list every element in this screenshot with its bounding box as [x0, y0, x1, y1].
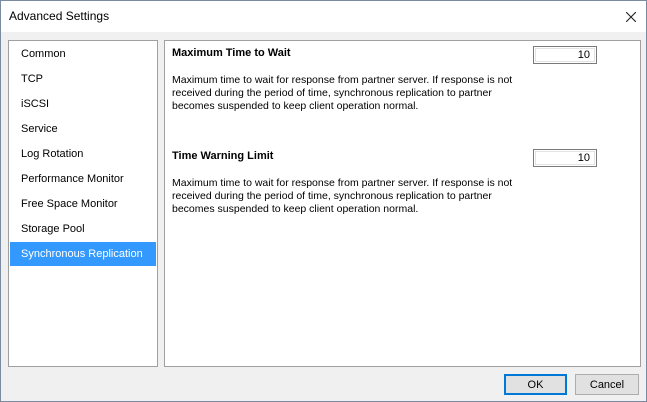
title-bar: Advanced Settings [1, 1, 646, 32]
sidebar-item-tcp[interactable]: TCP [10, 67, 156, 91]
sidebar-item-log-rotation[interactable]: Log Rotation [10, 142, 156, 166]
settings-panel: Maximum Time to Wait 10 Maximum time to … [164, 40, 641, 367]
settings-category-list[interactable]: Common TCP iSCSI Service Log Rotation Pe… [8, 40, 158, 367]
close-icon [626, 11, 636, 22]
warning-limit-description: Maximum time to wait for response from p… [172, 177, 513, 215]
ok-button[interactable]: OK [504, 374, 567, 395]
sidebar-item-common[interactable]: Common [10, 42, 156, 66]
sidebar-item-synchronous-replication[interactable]: Synchronous Replication [10, 242, 156, 266]
max-time-description: Maximum time to wait for response from p… [172, 74, 513, 112]
sidebar-item-storage-pool[interactable]: Storage Pool [10, 217, 156, 241]
max-time-title: Maximum Time to Wait [172, 47, 291, 59]
warning-limit-input[interactable]: 10 [533, 149, 597, 167]
sidebar-item-service[interactable]: Service [10, 117, 156, 141]
max-time-input[interactable]: 10 [533, 46, 597, 64]
advanced-settings-window: Advanced Settings Common TCP iSCSI Servi… [0, 0, 647, 402]
window-title: Advanced Settings [9, 9, 110, 23]
sidebar-item-free-space-monitor[interactable]: Free Space Monitor [10, 192, 156, 216]
sidebar-item-performance-monitor[interactable]: Performance Monitor [10, 167, 156, 191]
warning-limit-title: Time Warning Limit [172, 150, 274, 162]
close-button[interactable] [616, 1, 646, 32]
sidebar-item-iscsi[interactable]: iSCSI [10, 92, 156, 116]
cancel-button[interactable]: Cancel [575, 374, 639, 395]
